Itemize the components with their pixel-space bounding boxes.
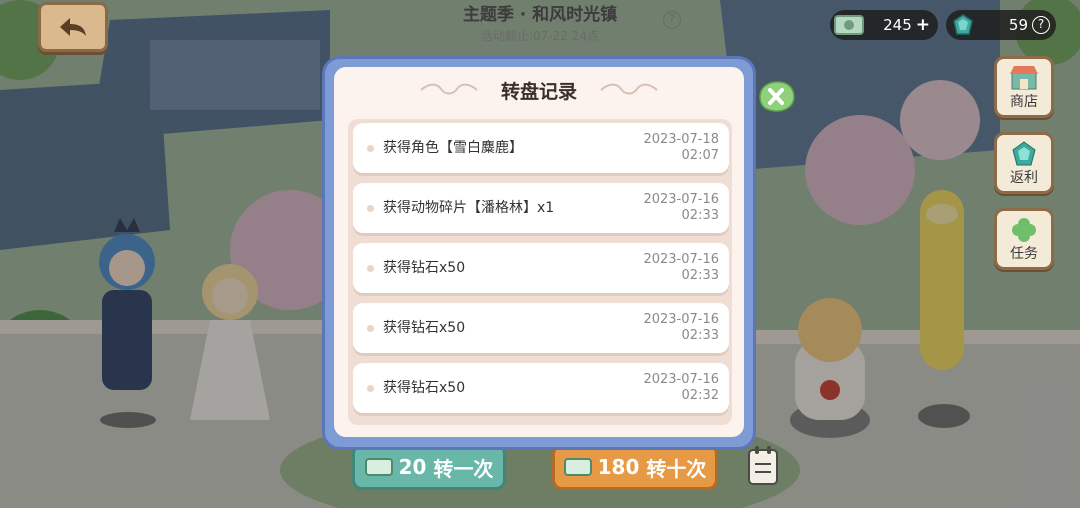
tasks-label: 任务 <box>1010 246 1038 262</box>
bullet-icon <box>367 265 374 272</box>
bullet-icon <box>367 385 374 392</box>
spin-ten-button[interactable]: 180 转十次 <box>552 444 718 490</box>
record-timestamp: 2023-07-16 02:33 <box>643 312 719 344</box>
record-timestamp: 2023-07-16 02:33 <box>643 192 719 224</box>
record-timestamp: 2023-07-16 02:32 <box>643 372 719 404</box>
tasks-button[interactable]: 任务 <box>994 208 1054 270</box>
close-icon[interactable] <box>756 80 796 114</box>
record-item: 获得钻石x50 2023-07-16 02:33 <box>353 303 729 353</box>
record-item: 获得钻石x50 2023-07-16 02:32 <box>353 363 729 413</box>
gem-icon <box>953 14 973 35</box>
record-list[interactable]: 获得角色【雪白麋鹿】 2023-07-18 02:07 获得动物碎片【潘格林】x… <box>348 119 732 425</box>
shop-button[interactable]: 商店 <box>994 56 1054 118</box>
bullet-icon <box>367 325 374 332</box>
modal-header: 转盘记录 <box>334 67 744 113</box>
record-timestamp: 2023-07-16 02:33 <box>643 252 719 284</box>
ticket-icon <box>563 458 592 476</box>
ticket-icon <box>834 15 864 35</box>
add-ticket-button[interactable]: + <box>916 15 930 35</box>
spin-ten-cost: 180 <box>597 455 640 479</box>
event-title-block: 主题季 · 和风时光镇 活动截止:07-22 24点 <box>420 0 660 48</box>
right-swirl-ornament-icon <box>600 83 658 95</box>
record-time: 02:07 <box>681 148 719 163</box>
record-text: 获得角色【雪白麋鹿】 <box>383 140 523 156</box>
record-text: 获得钻石x50 <box>383 380 466 396</box>
spin-once-button[interactable]: 20 转一次 <box>352 444 506 490</box>
record-date: 2023-07-18 <box>643 132 719 147</box>
modal-title: 转盘记录 <box>500 80 577 103</box>
spin-once-cost: 20 <box>398 455 427 479</box>
gem-counter: 59 ? <box>946 10 1056 40</box>
rebate-button[interactable]: 返利 <box>994 132 1054 194</box>
shop-icon <box>1010 66 1038 90</box>
bullet-icon <box>367 145 374 152</box>
event-title: 主题季 · 和风时光镇 <box>462 5 618 25</box>
shop-label: 商店 <box>1010 94 1038 110</box>
record-text: 获得钻石x50 <box>383 320 466 336</box>
record-time: 02:33 <box>681 268 719 283</box>
record-date: 2023-07-16 <box>643 252 719 267</box>
record-item: 获得角色【雪白麋鹿】 2023-07-18 02:07 <box>353 123 729 173</box>
gem-help-icon[interactable]: ? <box>1032 16 1050 34</box>
left-swirl-ornament-icon <box>420 83 478 95</box>
ticket-counter: 245 + <box>830 10 938 40</box>
record-date: 2023-07-16 <box>643 312 719 327</box>
back-button[interactable] <box>38 2 108 52</box>
record-time: 02:33 <box>681 328 719 343</box>
gem-rebate-icon <box>1012 141 1036 166</box>
event-deadline: 活动截止:07-22 24点 <box>481 29 599 43</box>
ticket-icon <box>364 458 393 476</box>
record-timestamp: 2023-07-18 02:07 <box>643 132 719 164</box>
record-date: 2023-07-16 <box>643 372 719 387</box>
rebate-label: 返利 <box>1010 170 1038 186</box>
record-item: 获得钻石x50 2023-07-16 02:33 <box>353 243 729 293</box>
ticket-count: 245 <box>883 16 912 34</box>
record-text: 获得动物碎片【潘格林】x1 <box>383 200 555 216</box>
clover-icon <box>1012 218 1036 242</box>
spin-record-modal: 转盘记录 获得角色【雪白麋鹿】 2023-07-18 02:07 获得动物碎片【… <box>322 56 756 450</box>
spin-ten-label: 转十次 <box>646 456 707 481</box>
back-arrow-icon <box>60 18 86 36</box>
record-text: 获得钻石x50 <box>383 260 466 276</box>
record-notebook-icon[interactable] <box>746 444 780 486</box>
help-icon[interactable]: ? <box>663 11 681 29</box>
bullet-icon <box>367 205 374 212</box>
spin-once-label: 转一次 <box>433 456 494 481</box>
gem-count: 59 <box>1008 16 1028 34</box>
record-time: 02:32 <box>681 388 719 403</box>
record-item: 获得动物碎片【潘格林】x1 2023-07-16 02:33 <box>353 183 729 233</box>
record-date: 2023-07-16 <box>643 192 719 207</box>
modal-body: 转盘记录 获得角色【雪白麋鹿】 2023-07-18 02:07 获得动物碎片【… <box>334 67 744 437</box>
record-time: 02:33 <box>681 208 719 223</box>
